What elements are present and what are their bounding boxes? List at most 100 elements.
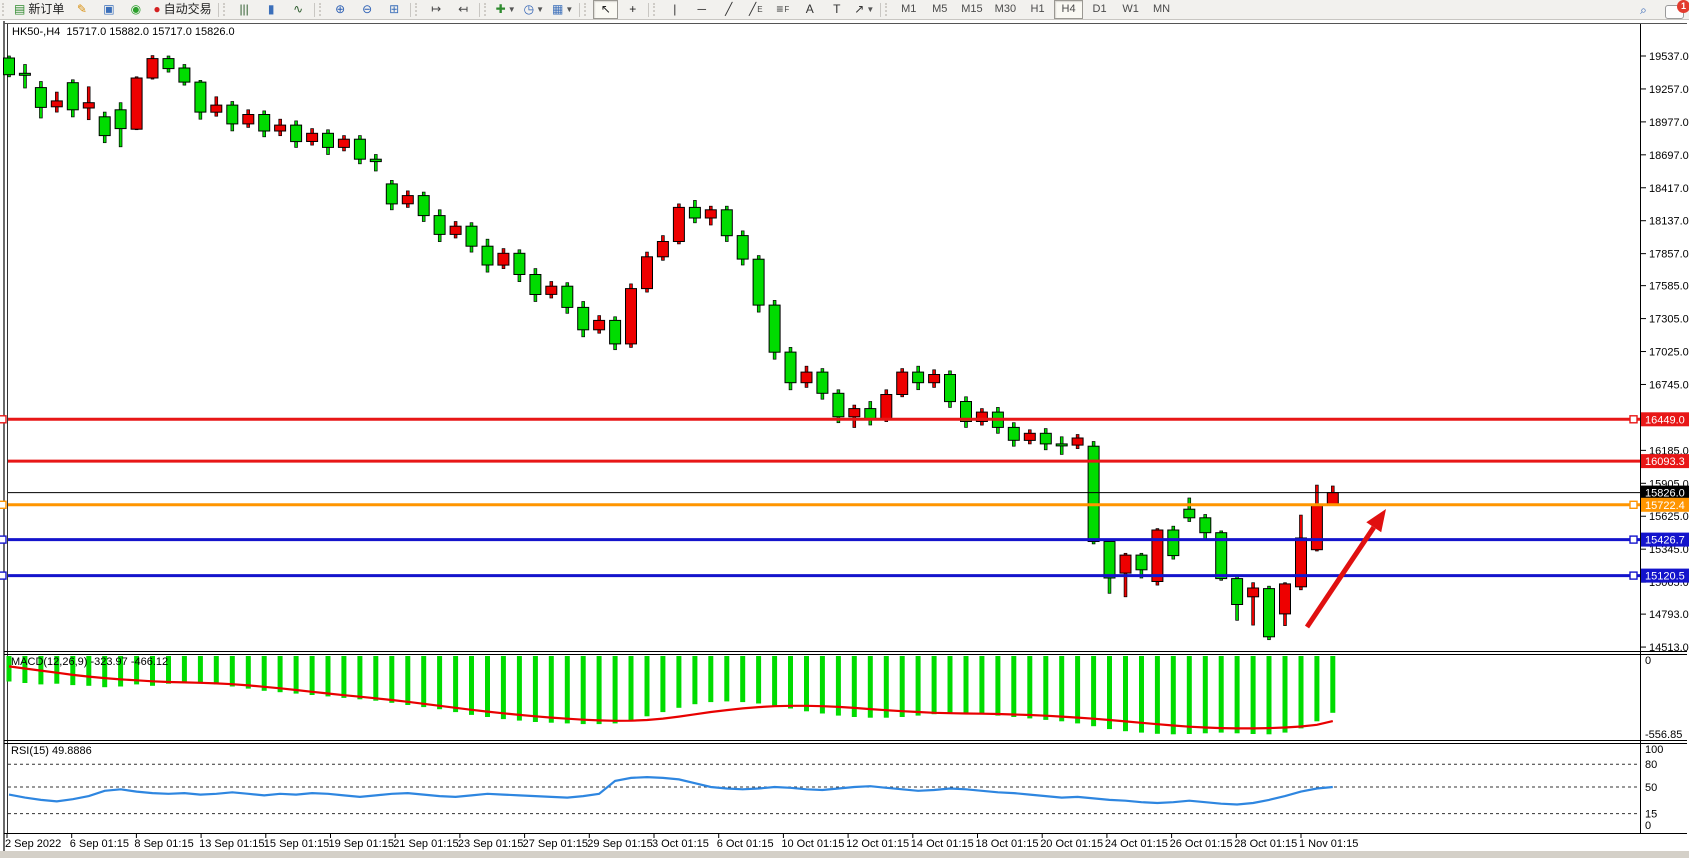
- tf-w1[interactable]: W1: [1116, 0, 1145, 19]
- svg-text:29 Sep 01:15: 29 Sep 01:15: [587, 838, 652, 850]
- tile-windows-button[interactable]: ⊞: [382, 0, 407, 19]
- line-handle[interactable]: [1630, 536, 1637, 543]
- trendline-button[interactable]: ╱: [716, 0, 741, 19]
- terminal-button[interactable]: ▣: [96, 0, 121, 19]
- svg-text:12 Oct 01:15: 12 Oct 01:15: [846, 838, 909, 850]
- axis-price-label: 16093.3: [1641, 454, 1689, 468]
- cursor-button[interactable]: ↖: [593, 0, 618, 19]
- svg-text:0: 0: [1645, 655, 1651, 667]
- chart-canvas: 19537.019257.018977.018697.018417.018137…: [0, 0, 1689, 858]
- new-order-button-label: 新订单: [28, 1, 64, 18]
- tf-h1[interactable]: H1: [1023, 0, 1052, 19]
- sound-button[interactable]: ◉: [123, 0, 148, 19]
- terminal-icon: ▣: [103, 1, 114, 18]
- tool-sub-letter: E: [757, 1, 762, 18]
- vertical-line-button[interactable]: |: [662, 0, 687, 19]
- tf-m15[interactable]: M15: [956, 0, 987, 19]
- indicators-button[interactable]: ✚▼: [493, 0, 519, 19]
- chat-bubble-icon[interactable]: 1: [1665, 5, 1684, 19]
- tool-sub-letter: F: [784, 1, 789, 18]
- rsi-indicator-label: RSI(15) 49.8886: [11, 745, 92, 757]
- candle: [147, 56, 158, 80]
- periods-icon: ◷: [524, 1, 534, 18]
- line-handle[interactable]: [0, 501, 6, 508]
- candle: [131, 77, 142, 130]
- candlestick-chart-icon: ▮: [268, 1, 275, 18]
- periods-button[interactable]: ◷▼: [521, 0, 547, 19]
- crayon-button[interactable]: ✎: [69, 0, 94, 19]
- line-handle[interactable]: [1630, 572, 1637, 579]
- indicators-icon: ✚: [496, 1, 506, 18]
- svg-text:10 Oct 01:15: 10 Oct 01:15: [781, 838, 844, 850]
- bar-chart-button[interactable]: |||: [232, 0, 257, 19]
- svg-text:13 Sep 01:15: 13 Sep 01:15: [199, 838, 264, 850]
- svg-text:17585.0: 17585.0: [1649, 281, 1689, 293]
- line-handle[interactable]: [1630, 416, 1637, 423]
- autotrading-icon: ●: [153, 1, 160, 18]
- line-handle[interactable]: [1630, 501, 1637, 508]
- sound-icon: ◉: [131, 1, 141, 18]
- dropdown-caret-icon: ▼: [866, 1, 874, 18]
- svg-text:27 Sep 01:15: 27 Sep 01:15: [523, 838, 588, 850]
- fibonacci-button[interactable]: ≡F: [770, 0, 795, 19]
- svg-text:50: 50: [1645, 782, 1657, 794]
- arrows-button[interactable]: ↗▼: [851, 0, 877, 19]
- line-handle[interactable]: [0, 416, 6, 423]
- svg-text:18 Oct 01:15: 18 Oct 01:15: [976, 838, 1039, 850]
- svg-text:18697.0: 18697.0: [1649, 150, 1689, 162]
- new-order-button[interactable]: ▤新订单: [11, 0, 67, 19]
- svg-text:18977.0: 18977.0: [1649, 117, 1689, 129]
- chart-shift-button[interactable]: ↤: [451, 0, 476, 19]
- tf-m30[interactable]: M30: [990, 0, 1021, 19]
- line-handle[interactable]: [0, 536, 6, 543]
- candle: [1168, 526, 1179, 559]
- svg-text:14513.0: 14513.0: [1649, 642, 1689, 654]
- svg-text:14793.0: 14793.0: [1649, 609, 1689, 621]
- zoom-out-icon: ⊖: [362, 1, 372, 18]
- text-label-button[interactable]: T: [824, 0, 849, 19]
- tf-mn[interactable]: MN: [1147, 0, 1176, 19]
- search-icon: ⌕: [1640, 2, 1647, 19]
- cursor-icon: ↖: [601, 1, 611, 18]
- horizontal-line-button[interactable]: ─: [689, 0, 714, 19]
- tf-m5[interactable]: M5: [925, 0, 954, 19]
- line-handle[interactable]: [0, 572, 6, 579]
- chart-shift-icon: ↤: [458, 1, 468, 18]
- candle: [897, 369, 908, 397]
- templates-icon: ▦: [552, 1, 563, 18]
- candle: [354, 136, 365, 164]
- autotrading-button[interactable]: ●自动交易: [150, 0, 214, 19]
- text-icon: A: [806, 1, 814, 18]
- svg-text:1 Nov 01:15: 1 Nov 01:15: [1299, 838, 1358, 850]
- toolbar: ▤新订单✎▣◉●自动交易|||▮∿⊕⊖⊞↦↤✚▼◷▼▦▼↖+|─╱╱E≡FAT↗…: [0, 0, 1689, 20]
- candle: [753, 256, 764, 313]
- axis-price-label: 15722.4: [1641, 498, 1689, 512]
- axis-price-label: 15826.0: [1641, 486, 1689, 500]
- equidistant-channel-button[interactable]: ╱E: [743, 0, 768, 19]
- tf-h4[interactable]: H4: [1054, 0, 1083, 19]
- svg-text:19 Sep 01:15: 19 Sep 01:15: [329, 838, 394, 850]
- candlestick-chart-button[interactable]: ▮: [259, 0, 284, 19]
- candle: [4, 56, 15, 77]
- line-chart-icon: ∿: [293, 1, 303, 18]
- svg-text:14 Oct 01:15: 14 Oct 01:15: [911, 838, 974, 850]
- svg-text:6 Oct 01:15: 6 Oct 01:15: [717, 838, 774, 850]
- ohlc-high: 15882.0: [109, 26, 149, 38]
- zoom-out-button[interactable]: ⊖: [355, 0, 380, 19]
- ohlc-open: 15717.0: [66, 26, 106, 38]
- templates-button[interactable]: ▦▼: [549, 0, 576, 19]
- zoom-in-button[interactable]: ⊕: [328, 0, 353, 19]
- axis-price-label: 15120.5: [1641, 569, 1689, 583]
- tf-m1[interactable]: M1: [894, 0, 923, 19]
- crosshair-button[interactable]: +: [620, 0, 645, 19]
- text-button[interactable]: A: [797, 0, 822, 19]
- search-button[interactable]: ⌕: [1631, 1, 1656, 20]
- crayon-icon: ✎: [77, 1, 87, 18]
- svg-text:23 Sep 01:15: 23 Sep 01:15: [458, 838, 523, 850]
- notification-badge: 1: [1677, 0, 1689, 13]
- line-chart-button[interactable]: ∿: [286, 0, 311, 19]
- auto-scroll-button[interactable]: ↦: [424, 0, 449, 19]
- svg-text:15 Sep 01:15: 15 Sep 01:15: [264, 838, 329, 850]
- tf-d1[interactable]: D1: [1085, 0, 1114, 19]
- bar-chart-icon: |||: [239, 1, 248, 18]
